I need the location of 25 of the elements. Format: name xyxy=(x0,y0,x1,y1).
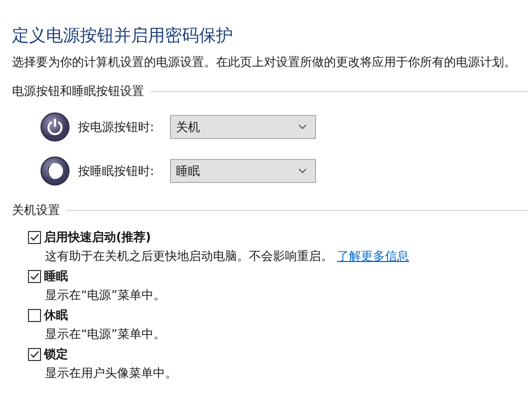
section-heading: 关机设置 xyxy=(12,202,60,219)
option-description: 显示在“电源”菜单中。 xyxy=(45,327,166,341)
checkbox[interactable] xyxy=(28,230,41,244)
dropdown[interactable]: 关机 xyxy=(170,115,316,139)
learn-more-link[interactable]: 了解更多信息 xyxy=(337,249,409,263)
option-label: 休眠 xyxy=(44,307,68,323)
checkbox[interactable] xyxy=(28,270,41,282)
chevron-icon xyxy=(298,168,307,174)
checkbox[interactable] xyxy=(28,348,41,360)
option-description: 显示在“电源”菜单中。 xyxy=(45,288,166,302)
chevron-icon xyxy=(298,124,307,130)
option-description: 显示在用户头像菜单中。 xyxy=(45,366,177,380)
dropdown-label: 按睡眠按钮时: xyxy=(78,162,156,180)
page-description: 选择要为你的计算机设置的电源设置。在此页上对设置所做的更改将应用于你所有的电源计划。 xyxy=(12,54,517,71)
section-heading: 电源按钮和睡眠按钮设置 xyxy=(12,83,144,100)
dropdown[interactable]: 睡眠 xyxy=(170,159,316,183)
option-label: 启用快速启动(推荐) xyxy=(44,229,151,245)
page-title: 定义电源按钮并启用密码保护 xyxy=(12,25,234,47)
option-label: 睡眠 xyxy=(44,268,68,284)
dropdown-label: 按电源按钮时: xyxy=(78,118,156,136)
option-label: 锁定 xyxy=(44,346,68,362)
power-icon xyxy=(40,112,70,142)
moon-icon xyxy=(40,156,70,186)
option-description: 这有助于在关机之后更快地启动电脑。不会影响重启。 xyxy=(45,249,333,263)
checkbox[interactable] xyxy=(28,308,41,322)
